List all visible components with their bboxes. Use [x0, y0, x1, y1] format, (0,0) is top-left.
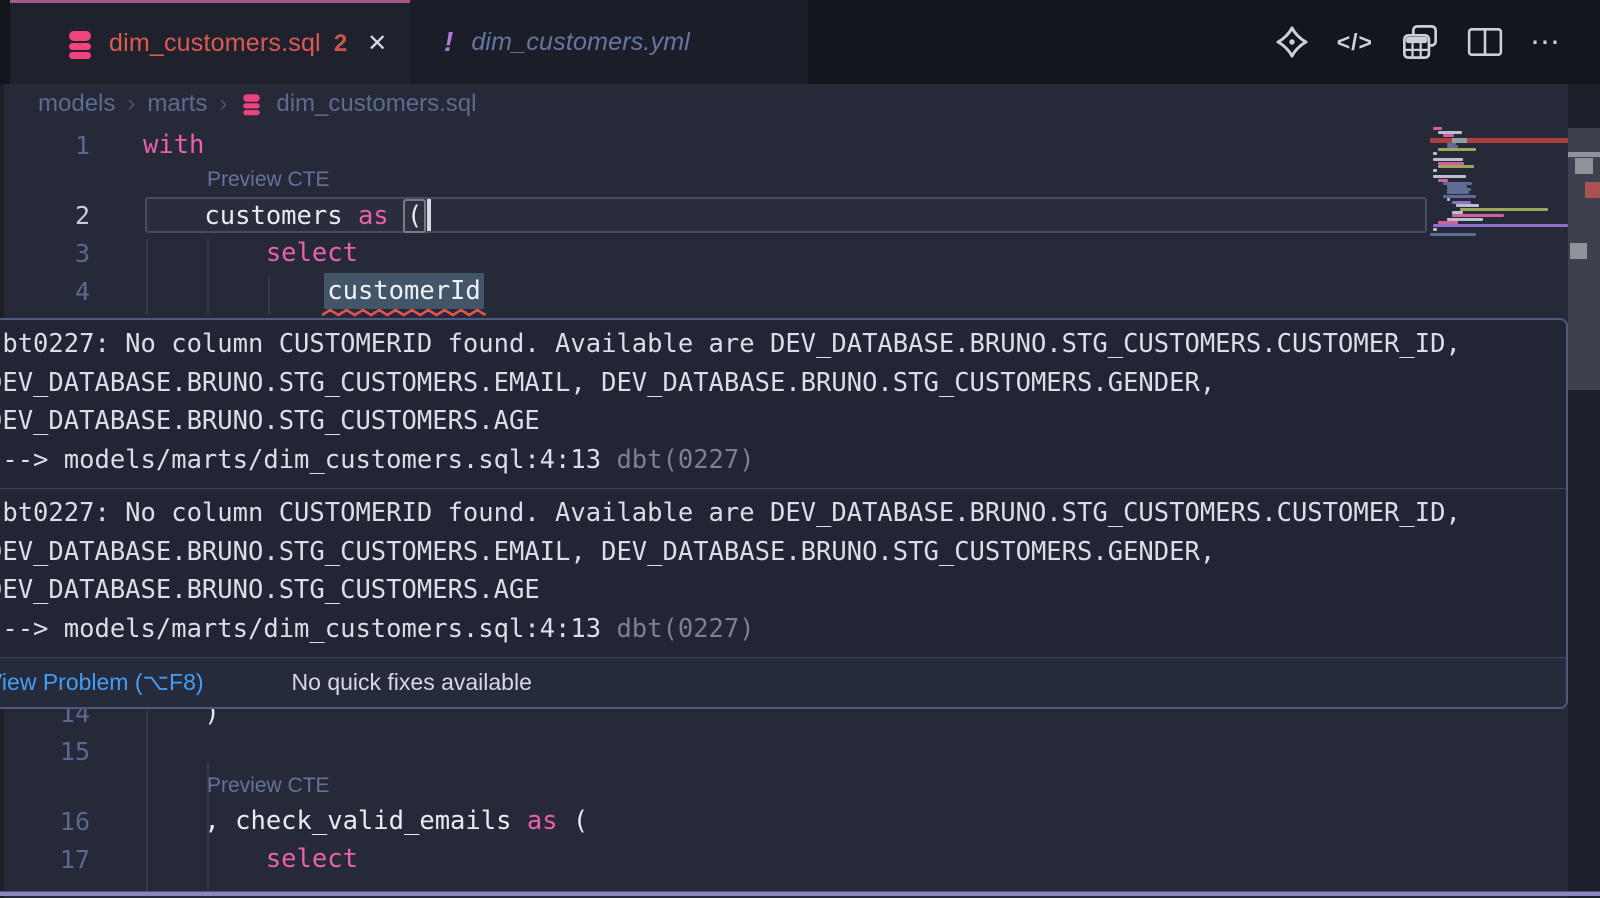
breadcrumb-marts[interactable]: marts [147, 90, 207, 118]
breadcrumb-file[interactable]: dim_customers.sql [276, 90, 476, 118]
error-location-line: --> models/marts/dim_customers.sql:4:13 … [0, 441, 1541, 480]
tab-error-count-badge: 2 [334, 30, 347, 58]
line-number: 17 [0, 845, 90, 874]
line-number: 15 [0, 737, 90, 766]
chevron-right-icon: › [127, 90, 135, 118]
no-quick-fixes-label: No quick fixes available [292, 669, 532, 696]
error-message-line: DEV_DATABASE.BRUNO.STG_CUSTOMERS.AGE [0, 402, 1541, 441]
ruler-change-mark [1570, 243, 1587, 259]
ruler-change-mark [1575, 158, 1593, 174]
tab-bar: dim_customers.sql 2 ✕ ! dim_customers.ym… [0, 0, 1600, 84]
minimap-code-line [1438, 165, 1474, 168]
error-message-line: DEV_DATABASE.BRUNO.STG_CUSTOMERS.EMAIL, … [0, 533, 1541, 572]
code-lens-preview-cte[interactable]: Preview CTE [207, 168, 330, 192]
error-message-block: dbt0227: No column CUSTOMERID found. Ava… [0, 320, 1566, 488]
chevron-right-icon: › [219, 90, 227, 118]
tab-dim-customers-yml[interactable]: ! dim_customers.yml [410, 0, 808, 84]
database-icon [66, 28, 94, 60]
code-line-4[interactable]: 4 customerId [0, 272, 1430, 310]
code-area-top: 1withPreview CTE2 customers as (3 select… [0, 126, 1430, 310]
error-message-block: dbt0227: No column CUSTOMERID found. Ava… [0, 489, 1566, 657]
view-problem-link[interactable]: View Problem (⌥F8) [0, 669, 204, 696]
error-squiggle-icon [322, 308, 486, 317]
code-text: with [90, 130, 204, 160]
split-editor-icon[interactable] [1467, 27, 1503, 57]
error-message-line: dbt0227: No column CUSTOMERID found. Ava… [0, 494, 1541, 533]
line-number: 3 [0, 239, 90, 268]
code-line-1[interactable]: 1with [0, 126, 1430, 164]
code-area-bottom: 14 )15Preview CTE16 , check_valid_emails… [0, 694, 1430, 878]
error-message-line: DEV_DATABASE.BRUNO.STG_CUSTOMERS.AGE [0, 571, 1541, 610]
code-line-16[interactable]: 16 , check_valid_emails as ( [0, 802, 1430, 840]
code-line-17[interactable]: 17 select [0, 840, 1430, 878]
line-number: 16 [0, 807, 90, 836]
warning-icon: ! [444, 26, 453, 58]
code-text: customers as ( [90, 199, 431, 231]
code-lens-preview-cte[interactable]: Preview CTE [207, 774, 330, 798]
database-icon [241, 92, 262, 116]
minimap-code-line [1430, 233, 1476, 236]
minimap-code-line [1433, 224, 1568, 227]
text-cursor [427, 199, 431, 231]
code-icon[interactable]: </> [1337, 29, 1373, 56]
minimap-error-line [1430, 138, 1568, 143]
minimap-code-line [1433, 127, 1442, 130]
breadcrumb: models › marts › dim_customers.sql [0, 84, 1600, 124]
error-hover-popup: dbt0227: No column CUSTOMERID found. Ava… [0, 318, 1568, 709]
tab-label: dim_customers.sql [109, 29, 321, 58]
minimap-code-line [1452, 214, 1504, 217]
copy-table-icon[interactable] [1400, 23, 1440, 61]
minimap-code-line [1456, 204, 1479, 207]
line-number: 2 [0, 201, 90, 230]
scrollbar[interactable] [1568, 84, 1600, 898]
editor-window: dim_customers.sql 2 ✕ ! dim_customers.ym… [0, 0, 1600, 898]
minimap-code-line [1433, 228, 1437, 231]
editor-actions: </> ⋯ [1274, 0, 1560, 84]
error-message-line: dbt0227: No column CUSTOMERID found. Ava… [0, 325, 1541, 364]
code-text: , check_valid_emails as ( [90, 806, 588, 836]
ruler-change-mark [1568, 152, 1600, 157]
minimap-code-line [1438, 148, 1476, 151]
code-line-3[interactable]: 3 select [0, 234, 1430, 272]
minimap-code-line [1433, 175, 1466, 178]
tab-dim-customers-sql[interactable]: dim_customers.sql 2 ✕ [10, 0, 410, 84]
tab-label: dim_customers.yml [471, 28, 690, 57]
error-location-line: --> models/marts/dim_customers.sql:4:13 … [0, 610, 1541, 649]
popup-footer: View Problem (⌥F8) No quick fixes availab… [0, 657, 1566, 707]
line-number: 4 [0, 277, 90, 306]
ruler-error-mark [1585, 182, 1600, 198]
error-source-code: dbt(0227) [601, 445, 755, 475]
line-number: 1 [0, 131, 90, 160]
dbt-icon[interactable] [1274, 24, 1310, 60]
code-text: customerId [90, 273, 484, 309]
minimap-selected-word-mark [1452, 138, 1467, 143]
code-line-15[interactable]: 15 [0, 732, 1430, 770]
minimap-code-line [1433, 169, 1437, 172]
close-icon[interactable]: ✕ [367, 29, 387, 58]
error-message-line: DEV_DATABASE.BRUNO.STG_CUSTOMERS.EMAIL, … [0, 364, 1541, 403]
code-text: select [90, 238, 358, 268]
minimap-code-line [1447, 191, 1469, 194]
more-actions-icon[interactable]: ⋯ [1530, 25, 1560, 60]
breadcrumb-models[interactable]: models [38, 90, 115, 118]
panel-border [0, 891, 1600, 896]
minimap-code-line [1433, 152, 1437, 155]
error-source-code: dbt(0227) [601, 614, 755, 644]
code-text: select [90, 844, 358, 874]
code-line-2[interactable]: 2 customers as ( [0, 196, 1430, 234]
error-token-customerid[interactable]: customerId [324, 273, 484, 309]
minimap-code-line [1447, 198, 1450, 201]
minimap-code-line [1460, 208, 1548, 211]
minimap-code-line [1433, 158, 1463, 161]
